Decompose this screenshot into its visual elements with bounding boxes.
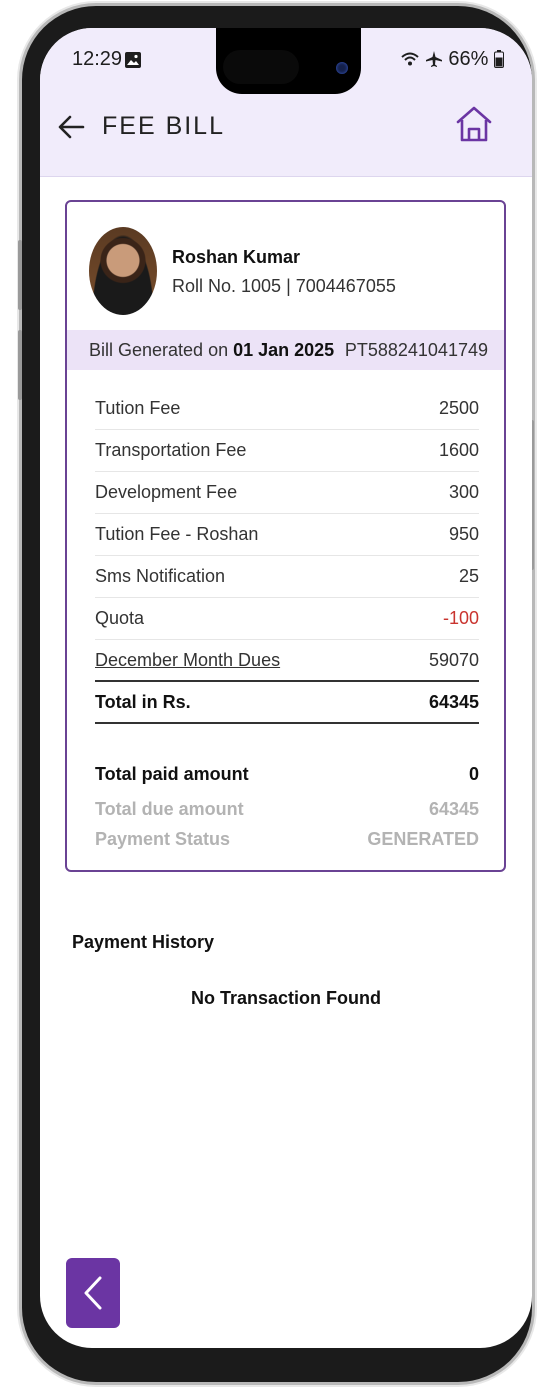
due-label: Total due amount	[95, 799, 244, 819]
due-value: 64345	[428, 799, 479, 819]
fee-label: Transportation Fee	[95, 440, 247, 460]
screen: 12:29 66% FEE BILL Roshan Kumar Roll No.…	[40, 28, 532, 1348]
fee-label: Tution Fee	[95, 398, 181, 418]
fee-list: Tution Fee 2500 Transportation Fee 1600 …	[95, 388, 479, 724]
page-title: FEE BILL	[102, 112, 225, 140]
side-button	[18, 240, 22, 310]
camera-dot	[336, 62, 348, 74]
fee-row: Transportation Fee 1600	[95, 430, 479, 472]
paid-label: Total paid amount	[95, 764, 249, 784]
wifi-icon	[401, 52, 419, 66]
fee-row: Development Fee 300	[95, 472, 479, 514]
total-row: Total in Rs. 64345	[95, 682, 479, 724]
student-name: Roshan Kumar	[172, 247, 301, 267]
airplane-icon	[425, 51, 442, 67]
bill-generated: Bill Generated on 01 Jan 2025	[89, 340, 334, 361]
back-arrow-icon[interactable]	[56, 112, 86, 142]
payment-history-title: Payment History	[72, 932, 215, 952]
fee-amount: 2500	[438, 398, 479, 418]
back-button[interactable]	[66, 1258, 120, 1328]
status-label: Payment Status	[95, 829, 231, 849]
side-button	[18, 330, 22, 400]
fee-amount: 1600	[438, 440, 479, 460]
total-label: Total in Rs.	[95, 692, 191, 712]
fee-row: Quota -100	[95, 598, 479, 640]
battery-icon	[494, 50, 504, 68]
no-transaction-text: No Transaction Found	[190, 988, 381, 1008]
fee-row-dues[interactable]: December Month Dues 59070	[95, 640, 479, 682]
bill-generated-date: 01 Jan 2025	[233, 340, 335, 360]
bill-info-strip: Bill Generated on 01 Jan 2025 PT58824104…	[67, 330, 504, 370]
fee-label: Tution Fee - Roshan	[95, 524, 259, 544]
fee-label: Sms Notification	[95, 566, 226, 586]
bill-generated-label: Bill Generated on	[89, 340, 234, 360]
bill-id: PT588241041749	[344, 340, 488, 360]
fee-row: Tution Fee - Roshan 950	[95, 514, 479, 556]
fee-row: Tution Fee 2500	[95, 388, 479, 430]
status-value: GENERATED	[367, 829, 479, 849]
fee-row: Sms Notification 25	[95, 556, 479, 598]
header-divider	[40, 176, 532, 177]
fee-amount-negative: -100	[442, 608, 479, 628]
fee-amount: 950	[448, 524, 479, 544]
fee-label: Quota	[95, 608, 145, 628]
chevron-left-icon	[84, 1276, 102, 1310]
total-amount: 64345	[428, 692, 479, 712]
status-icons: 66%	[401, 48, 504, 71]
avatar	[89, 227, 157, 315]
fee-amount: 59070	[428, 650, 479, 670]
fee-amount: 300	[448, 482, 479, 502]
fee-bill-card: Roshan Kumar Roll No. 1005 | 7004467055 …	[65, 200, 506, 872]
student-meta: Roll No. 1005 | 7004467055	[172, 276, 396, 296]
fee-amount: 25	[458, 566, 479, 586]
home-icon[interactable]	[454, 104, 494, 144]
image-icon	[125, 52, 141, 68]
sensor-pill	[223, 50, 299, 84]
dues-link[interactable]: December Month Dues	[95, 650, 280, 671]
app-header: 12:29 66% FEE BILL	[40, 28, 532, 176]
fee-label: Development Fee	[95, 482, 238, 502]
battery-percent: 66%	[448, 48, 489, 70]
paid-value: 0	[468, 764, 479, 784]
status-time: 12:29	[72, 48, 123, 70]
